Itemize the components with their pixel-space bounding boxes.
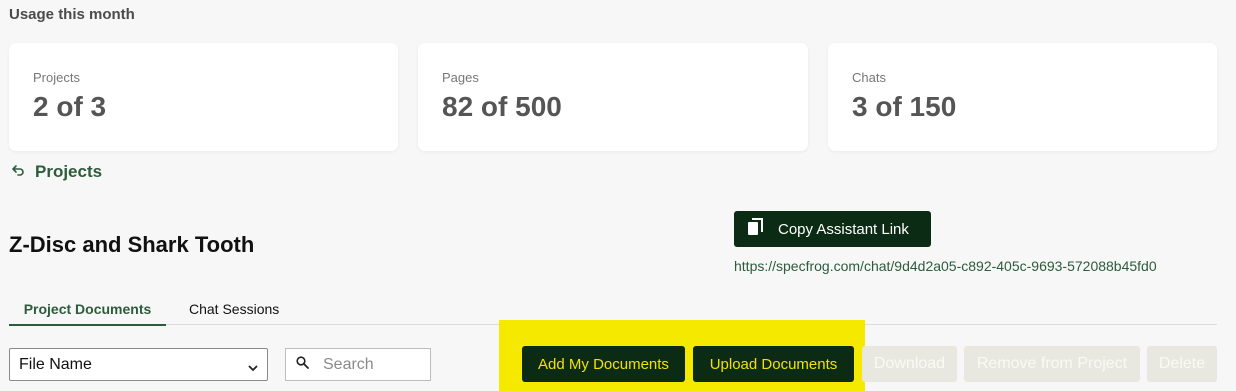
stat-label-projects: Projects [33, 70, 80, 85]
project-title: Z-Disc and Shark Tooth [9, 232, 255, 257]
back-link-label: Projects [35, 162, 103, 181]
delete-button[interactable]: Delete [1147, 346, 1217, 382]
remove-from-project-button[interactable]: Remove from Project [964, 346, 1140, 382]
tab-chat-sessions[interactable]: Chat Sessions [189, 301, 279, 317]
search-box[interactable] [285, 348, 431, 381]
download-button[interactable]: Download [862, 346, 957, 382]
sort-select-value: File Name [19, 355, 92, 373]
copy-assistant-link-button[interactable]: Copy Assistant Link [734, 211, 931, 247]
upload-documents-button[interactable]: Upload Documents [693, 346, 854, 382]
back-arrow-icon [11, 162, 25, 182]
tab-project-documents[interactable]: Project Documents [9, 301, 166, 326]
copy-icon [747, 218, 764, 240]
stat-card-pages: Pages 82 of 500 [418, 43, 808, 151]
usage-heading: Usage this month [9, 6, 135, 23]
stat-value-projects: 2 of 3 [33, 91, 107, 122]
search-icon [296, 355, 309, 374]
stat-card-projects: Projects 2 of 3 [9, 43, 398, 151]
chevron-down-icon [248, 360, 258, 372]
copy-link-label: Copy Assistant Link [778, 220, 909, 238]
stat-value-pages: 82 of 500 [442, 91, 562, 122]
chat-url[interactable]: https://specfrog.com/chat/9d4d2a05-c892-… [734, 258, 1157, 274]
add-my-documents-button[interactable]: Add My Documents [522, 346, 685, 382]
search-input[interactable] [323, 355, 413, 374]
stat-value-chats: 3 of 150 [852, 91, 957, 122]
stat-card-chats: Chats 3 of 150 [828, 43, 1217, 151]
back-to-projects-link[interactable]: Projects [11, 162, 102, 182]
sort-select[interactable]: File Name [9, 348, 268, 381]
stat-label-chats: Chats [852, 70, 886, 85]
stat-label-pages: Pages [442, 70, 479, 85]
